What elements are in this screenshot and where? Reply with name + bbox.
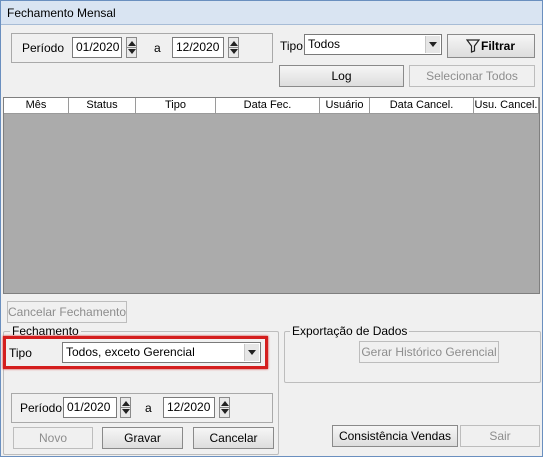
fechamento-grid[interactable]: Mês Status Tipo Data Fec. Usuário Data C… (3, 97, 540, 294)
spin-down-icon[interactable] (128, 49, 136, 54)
cancelar-fechamento-label: Cancelar Fechamento (8, 305, 127, 319)
periodo-to-label: a (154, 41, 161, 55)
spin-down-icon[interactable] (230, 49, 238, 54)
tipo-filter-select[interactable]: Todos (304, 34, 442, 55)
selecionar-todos-button[interactable]: Selecionar Todos (409, 65, 535, 87)
gerar-historico-gerencial-button[interactable]: Gerar Histórico Gerencial (359, 341, 499, 363)
fechamento-mensal-window: Fechamento Mensal Período 01/2020 a 12/2… (0, 0, 543, 457)
tipo-filter-value: Todos (308, 37, 341, 51)
spin-up-icon[interactable] (122, 401, 130, 406)
log-button[interactable]: Log (279, 65, 404, 87)
cancelar-fechamento-button[interactable]: Cancelar Fechamento (7, 301, 127, 323)
periodo-to-spinner[interactable] (228, 37, 239, 58)
fechamento-periodo-panel: Período 01/2020 a 12/2020 (11, 393, 273, 423)
gerar-historico-label: Gerar Histórico Gerencial (361, 345, 497, 359)
spin-up-icon[interactable] (221, 401, 229, 406)
consistencia-vendas-label: Consistência Vendas (338, 429, 452, 443)
sair-label: Sair (489, 429, 511, 443)
funnel-icon (466, 39, 480, 53)
novo-button[interactable]: Novo (13, 427, 93, 449)
periodo-filter-panel: Período 01/2020 a 12/2020 (11, 33, 273, 63)
fechamento-to-input[interactable]: 12/2020 (163, 397, 215, 418)
fechamento-to-spinner[interactable] (219, 397, 230, 418)
column-header-mes[interactable]: Mês (4, 98, 69, 114)
spin-down-icon[interactable] (122, 409, 130, 414)
tipo-filter-label: Tipo (280, 39, 303, 53)
fechamento-from-input[interactable]: 01/2020 (63, 397, 117, 418)
spin-up-icon[interactable] (128, 41, 136, 46)
cancelar-label: Cancelar (209, 431, 258, 445)
column-header-status[interactable]: Status (69, 98, 136, 114)
grid-header: Mês Status Tipo Data Fec. Usuário Data C… (4, 98, 539, 114)
highlight-box (3, 336, 268, 369)
fechamento-periodo-label: Período (20, 401, 63, 415)
window-title: Fechamento Mensal (7, 6, 116, 20)
exportacao-group-title: Exportação de Dados (290, 324, 410, 338)
cancelar-button[interactable]: Cancelar (193, 427, 274, 449)
filtrar-label: Filtrar (480, 39, 515, 53)
gravar-label: Gravar (124, 431, 161, 445)
spin-down-icon[interactable] (221, 409, 229, 414)
sair-button[interactable]: Sair (460, 425, 540, 447)
title-bar: Fechamento Mensal (1, 1, 542, 25)
log-label: Log (331, 69, 352, 83)
consistencia-vendas-button[interactable]: Consistência Vendas (332, 425, 458, 447)
column-header-data-fec[interactable]: Data Fec. (216, 98, 320, 114)
column-header-tipo[interactable]: Tipo (136, 98, 216, 114)
fechamento-to-label: a (145, 401, 152, 415)
periodo-label: Período (22, 41, 65, 55)
fechamento-from-spinner[interactable] (120, 397, 131, 418)
novo-label: Novo (38, 431, 67, 445)
filtrar-button[interactable]: Filtrar (447, 34, 535, 58)
column-header-usu-cancel[interactable]: Usu. Cancel. (474, 98, 539, 114)
column-header-data-cancel[interactable]: Data Cancel. (370, 98, 474, 114)
periodo-from-input[interactable]: 01/2020 (72, 37, 122, 58)
column-header-usuario[interactable]: Usuário (320, 98, 370, 114)
gravar-button[interactable]: Gravar (102, 427, 183, 449)
periodo-from-spinner[interactable] (126, 37, 137, 58)
periodo-to-input[interactable]: 12/2020 (172, 37, 224, 58)
spin-up-icon[interactable] (230, 41, 238, 46)
selecionar-todos-label: Selecionar Todos (426, 69, 518, 83)
chevron-down-icon[interactable] (425, 36, 440, 53)
